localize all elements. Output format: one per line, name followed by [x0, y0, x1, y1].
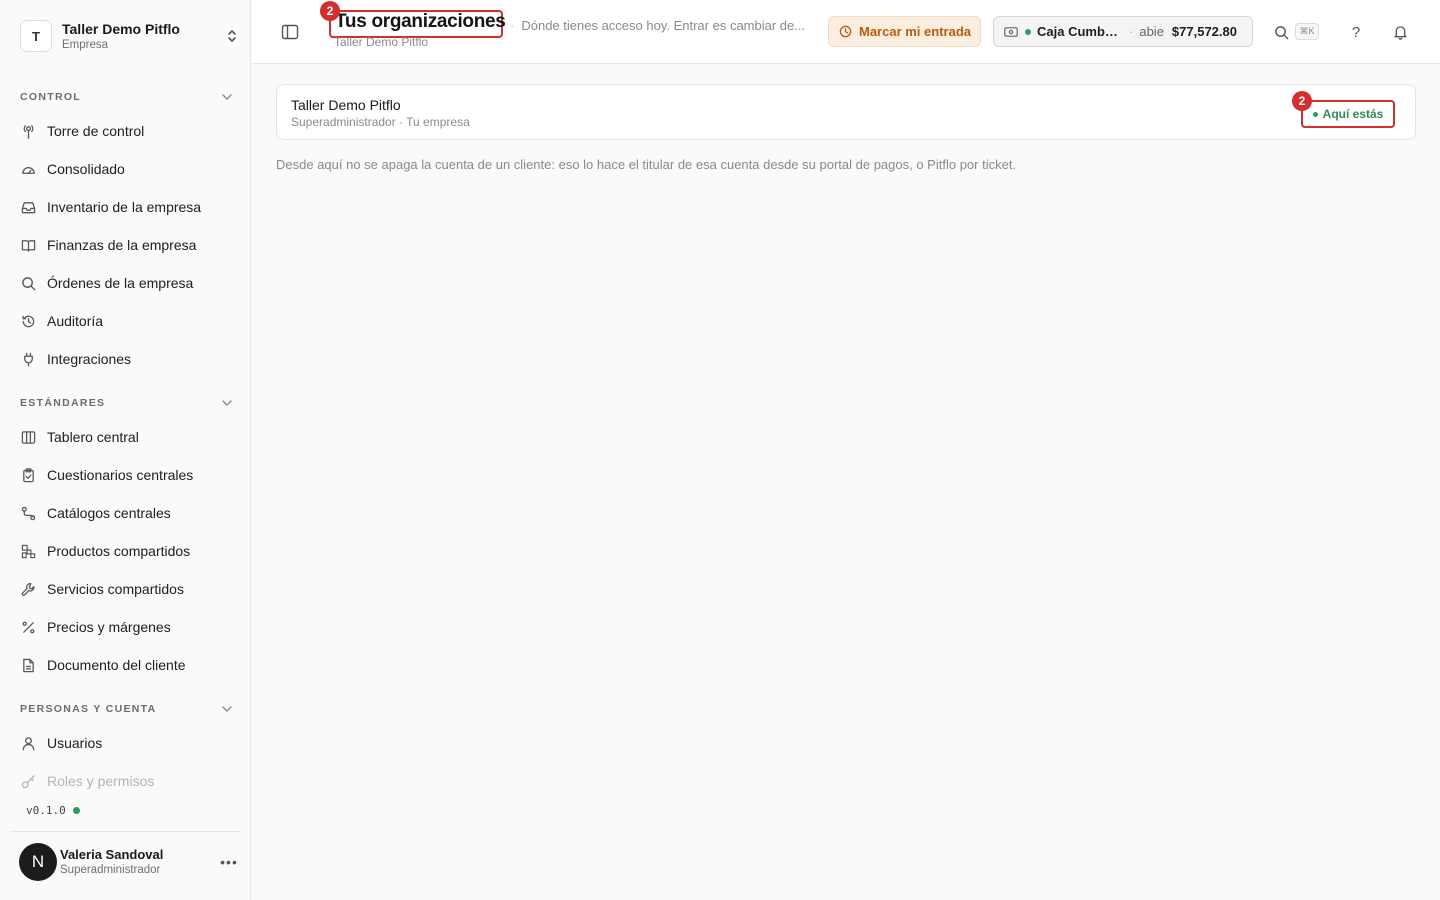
divider: [10, 831, 240, 832]
shortcut-hint: ⌘K: [1295, 23, 1319, 40]
version-label: v0.1.0: [26, 804, 66, 817]
chevron-down-icon[interactable]: [222, 400, 232, 406]
search-icon[interactable]: [1271, 22, 1291, 42]
gauge-icon: [20, 161, 36, 177]
plug-icon: [20, 351, 36, 367]
sidebar-item-label: Catálogos centrales: [47, 505, 171, 521]
user-role: Superadministrador: [60, 863, 161, 876]
sidebar-item-label: Servicios compartidos: [47, 581, 184, 597]
sidebar-item-auditoria[interactable]: Auditoría: [20, 308, 235, 334]
user-name: Valeria Sandoval: [60, 846, 164, 862]
sidebar-item-servicios[interactable]: Servicios compartidos: [20, 576, 235, 602]
sidebar-item-label: Inventario de la empresa: [47, 199, 202, 215]
sidebar-item-label: Precios y márgenes: [47, 619, 171, 635]
sidebar-item-precios[interactable]: Precios y márgenes: [20, 614, 235, 640]
sidebar-item-label: Consolidado: [47, 161, 125, 177]
sidebar-item-torre-de-control[interactable]: Torre de control: [20, 118, 235, 144]
section-header-control[interactable]: CONTROL: [20, 89, 232, 105]
avatar: N: [19, 843, 57, 881]
sidebar-item-label: Documento del cliente: [47, 657, 186, 673]
sidebar-item-label: Torre de control: [47, 123, 145, 139]
sidebar-item-roles[interactable]: Roles y permisos: [20, 768, 235, 794]
sidebar-item-label: Órdenes de la empresa: [47, 275, 194, 291]
chevron-down-icon[interactable]: [222, 94, 232, 100]
sidebar-item-label: Auditoría: [47, 313, 104, 329]
section-label: PERSONAS Y CUENTA: [20, 703, 157, 715]
sidebar-item-label: Usuarios: [47, 735, 103, 751]
sidebar-item-consolidado[interactable]: Consolidado: [20, 156, 235, 182]
section-header-estandares[interactable]: ESTÁNDARES: [20, 395, 232, 411]
info-note: Desde aquí no se apaga la cuenta de un c…: [276, 157, 1017, 172]
more-icon[interactable]: •••: [217, 854, 241, 870]
app-version: v0.1.0: [26, 804, 80, 817]
sidebar-item-label: Productos compartidos: [47, 543, 191, 559]
organization-card[interactable]: Taller Demo Pitflo Superadministrador · …: [276, 84, 1416, 140]
banknote-icon: [1004, 26, 1018, 37]
status-dot: [1312, 111, 1318, 117]
inbox-icon: [20, 199, 36, 215]
step-badge: 2: [320, 1, 340, 21]
organization-details: Superadministrador · Tu empresa: [291, 115, 470, 129]
top-bar: Tus organizaciones Taller Demo Pitflo 2 …: [252, 0, 1440, 64]
org-name: Taller Demo Pitflo: [62, 20, 180, 37]
sidebar-item-usuarios[interactable]: Usuarios: [20, 730, 235, 756]
file-icon: [20, 657, 36, 673]
sidebar-item-label: Cuestionarios centrales: [47, 467, 194, 483]
user-icon: [20, 735, 36, 751]
sidebar-item-label: Tablero central: [47, 429, 139, 445]
sidebar-item-finanzas[interactable]: Finanzas de la empresa: [20, 232, 235, 258]
book-icon: [20, 237, 36, 253]
status-dot: [1025, 28, 1031, 35]
percent-icon: [20, 619, 36, 635]
status-badge: Aquí estás: [1301, 100, 1395, 128]
columns-icon: [20, 429, 36, 445]
cash-name: Caja Cumbr...: [1037, 24, 1120, 39]
org-subtitle: Empresa: [62, 38, 109, 51]
clock-in-button[interactable]: Marcar mi entrada: [828, 16, 981, 47]
sidebar-toggle-icon[interactable]: [279, 22, 301, 42]
status-label: Aquí estás: [1322, 107, 1384, 121]
header-description: · Dónde tienes acceso hoy. Entrar es camb…: [510, 18, 806, 33]
sidebar-item-documento[interactable]: Documento del cliente: [20, 652, 235, 678]
sidebar-item-inventario[interactable]: Inventario de la empresa: [20, 194, 235, 220]
bell-icon[interactable]: [1390, 22, 1410, 42]
org-switcher[interactable]: T Taller Demo Pitflo Empresa: [20, 19, 240, 53]
history-icon: [20, 313, 36, 329]
search-icon: [20, 275, 36, 291]
sidebar-item-label: Integraciones: [47, 351, 132, 367]
cash-register-selector[interactable]: Caja Cumbr... · abie $77,572.80: [993, 16, 1253, 47]
chevron-down-icon[interactable]: [222, 706, 232, 712]
chevrons-up-down-icon[interactable]: [224, 28, 240, 44]
sidebar-item-label: Roles y permisos: [47, 773, 155, 789]
step-badge: 2: [1292, 91, 1312, 111]
sidebar-item-label: Finanzas de la empresa: [47, 237, 197, 253]
clock-icon: [839, 25, 852, 38]
section-label: ESTÁNDARES: [20, 397, 106, 409]
sidebar: T Taller Demo Pitflo Empresa CONTROL Tor…: [0, 0, 251, 900]
wrench-icon: [20, 581, 36, 597]
clipboard-icon: [20, 467, 36, 483]
organization-name: Taller Demo Pitflo: [291, 97, 401, 113]
tower-icon: [20, 123, 36, 139]
clock-in-label: Marcar mi entrada: [859, 24, 971, 39]
cash-status: abie: [1139, 24, 1164, 39]
sidebar-item-tablero-central[interactable]: Tablero central: [20, 424, 235, 450]
section-label: CONTROL: [20, 91, 82, 103]
sidebar-item-productos[interactable]: Productos compartidos: [20, 538, 235, 564]
status-dot: [72, 807, 80, 814]
sidebar-item-cuestionarios[interactable]: Cuestionarios centrales: [20, 462, 235, 488]
help-icon[interactable]: ?: [1346, 22, 1366, 42]
page-subtitle: Taller Demo Pitflo: [334, 35, 429, 49]
route-icon: [20, 505, 36, 521]
page-title: Tus organizaciones: [335, 11, 506, 32]
org-avatar: T: [20, 20, 52, 52]
sidebar-item-integraciones[interactable]: Integraciones: [20, 346, 235, 372]
user-menu[interactable]: N Valeria Sandoval Superadministrador ••…: [19, 843, 241, 881]
section-header-personas[interactable]: PERSONAS Y CUENTA: [20, 701, 232, 717]
sidebar-item-ordenes[interactable]: Órdenes de la empresa: [20, 270, 235, 296]
boxes-icon: [20, 543, 36, 559]
key-icon: [20, 773, 36, 789]
sidebar-item-catalogos[interactable]: Catálogos centrales: [20, 500, 235, 526]
cash-amount: $77,572.80: [1171, 24, 1237, 39]
